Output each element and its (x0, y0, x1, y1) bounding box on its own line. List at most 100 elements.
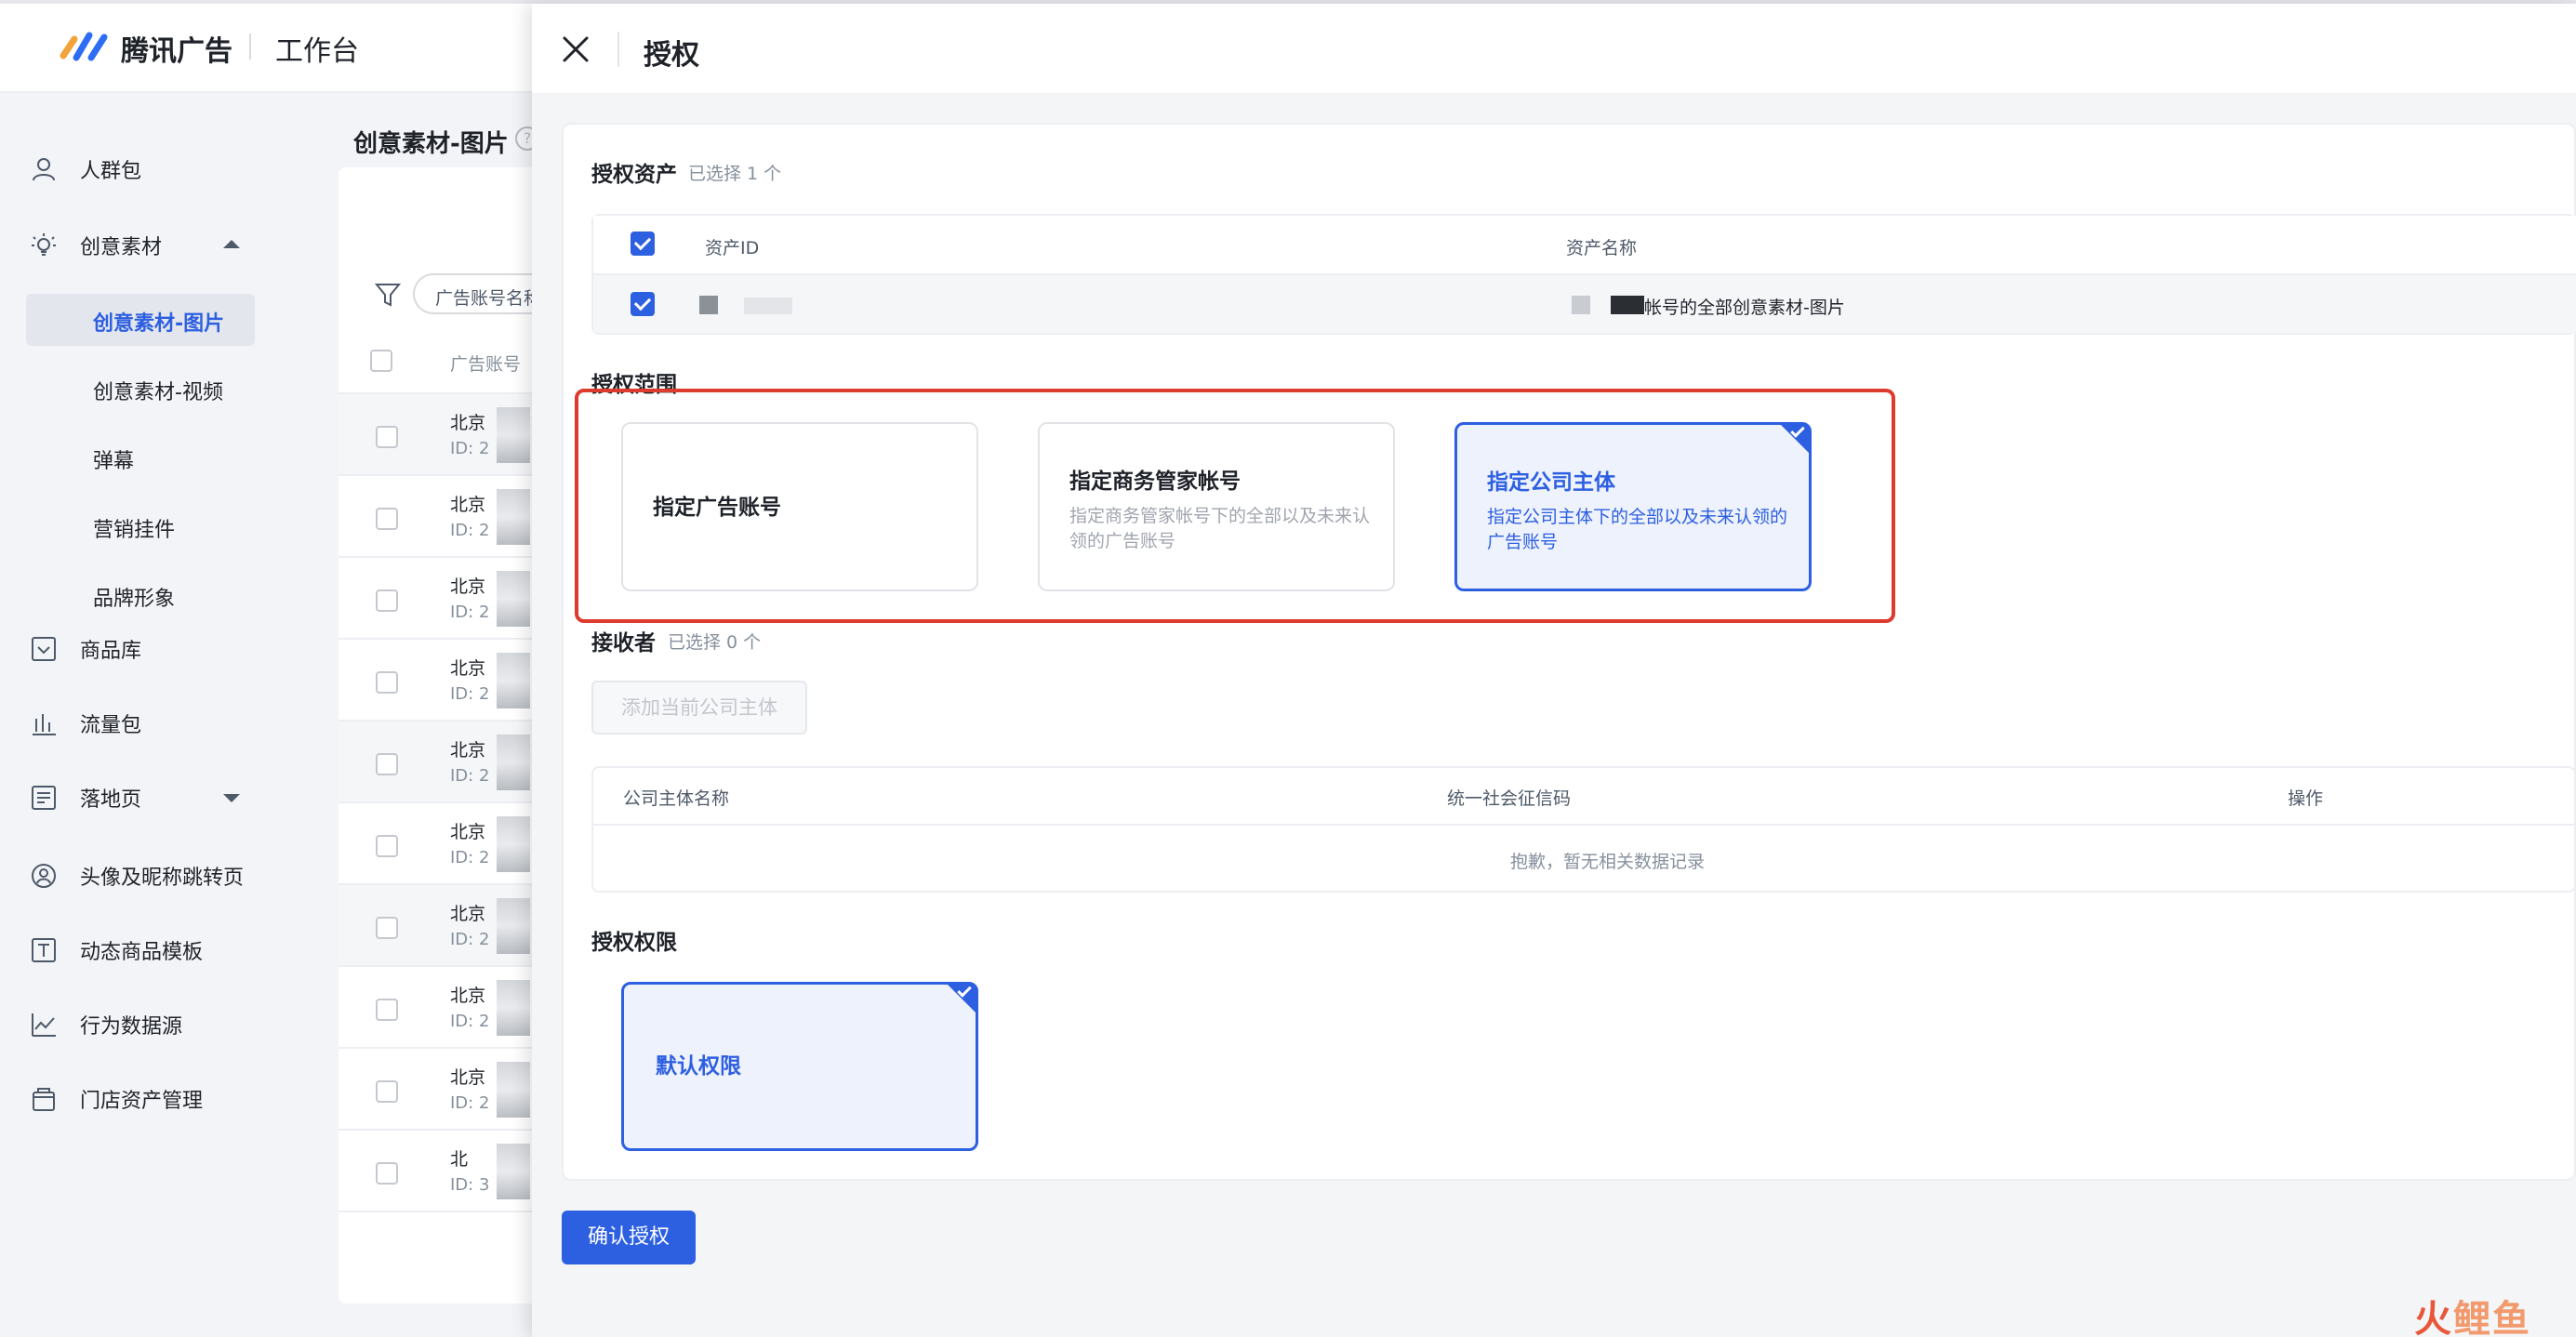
column-header-company-name: 公司主体名称 (623, 788, 730, 809)
sidebar-item-creative[interactable]: 创意素材 (28, 225, 162, 266)
document-icon (28, 782, 60, 814)
row-account-id: ID: 2 (450, 1012, 490, 1031)
chevron-up-icon[interactable] (223, 240, 240, 248)
sidebar-item-dynamic-template[interactable]: 动态商品模板 (28, 930, 203, 971)
sidebar-item-landing-page[interactable]: 落地页 (28, 777, 141, 818)
sidebar-subitem-widget[interactable]: 营销挂件 (93, 513, 175, 543)
scope-option-title: 指定商务管家帐号 (1069, 470, 1241, 494)
sidebar-item-label: 行为数据源 (80, 1015, 183, 1039)
sidebar-item-avatar-nickname[interactable]: 头像及昵称跳转页 (28, 855, 244, 896)
receivers-selected-count: 已选择 0 个 (668, 632, 762, 653)
redacted-area (497, 735, 530, 790)
redacted-area (497, 653, 530, 708)
row-account-id: ID: 3 (450, 1175, 490, 1195)
row-checkbox[interactable] (376, 426, 398, 448)
row-account-name: 北京 (450, 740, 486, 761)
sidebar-item-label: 流量包 (80, 714, 142, 737)
table-row[interactable]: 北京 ID: 2 (339, 885, 562, 967)
redacted-asset-id (699, 296, 718, 314)
sidebar-subitem-brand-image[interactable]: 品牌形象 (93, 582, 175, 612)
workbench-link[interactable]: 工作台 (275, 28, 359, 69)
row-checkbox[interactable] (376, 753, 398, 775)
scope-option-title: 指定广告账号 (653, 496, 781, 520)
redacted-area (497, 407, 530, 463)
table-row[interactable]: 北京 ID: 2 (339, 476, 562, 558)
row-account-name: 北 (450, 1149, 469, 1170)
table-row[interactable]: 北京 ID: 2 (339, 967, 562, 1049)
asset-row-checkbox[interactable] (631, 292, 655, 316)
table-row[interactable]: 北 ID: 3 (339, 1131, 562, 1212)
header-divider (617, 32, 619, 67)
row-checkbox[interactable] (376, 835, 398, 857)
user-icon (28, 153, 60, 185)
row-account-name: 北京 (450, 1067, 486, 1088)
column-header-asset-id: 资产ID (705, 238, 760, 258)
filter-icon[interactable] (374, 281, 402, 309)
permission-option-default[interactable]: 默认权限 (621, 982, 978, 1151)
select-all-checkbox[interactable] (370, 350, 392, 372)
redacted-area (497, 571, 530, 627)
row-checkbox[interactable] (376, 917, 398, 939)
close-icon[interactable] (560, 33, 591, 65)
row-account-name: 北京 (450, 822, 486, 842)
row-checkbox[interactable] (376, 671, 398, 694)
row-account-id: ID: 2 (450, 1093, 490, 1113)
asset-select-all-checkbox[interactable] (631, 232, 655, 256)
redacted-asset-name (1611, 296, 1644, 314)
drawer-header (532, 4, 2576, 93)
row-checkbox[interactable] (376, 1162, 398, 1185)
permissions-section-label: 授权权限 (591, 931, 677, 955)
row-checkbox[interactable] (376, 1080, 398, 1103)
row-checkbox[interactable] (376, 999, 398, 1021)
sidebar-subitem-creative-video[interactable]: 创意素材-视频 (93, 376, 223, 405)
redacted-asset-name (1572, 296, 1590, 314)
permission-option-title: 默认权限 (656, 1054, 741, 1079)
sidebar-item-label: 落地页 (80, 788, 142, 812)
row-account-name: 北京 (450, 904, 486, 924)
row-account-name: 北京 (450, 413, 486, 433)
row-checkbox[interactable] (376, 589, 398, 612)
table-row[interactable]: 北京 ID: 2 (339, 558, 562, 640)
avatar-circle-icon (28, 860, 60, 892)
confirm-authorize-button[interactable]: 确认授权 (562, 1211, 696, 1264)
scope-option-company-entity[interactable]: 指定公司主体 指定公司主体下的全部以及未来认领的广告账号 (1454, 422, 1812, 591)
column-header-actions: 操作 (2288, 788, 2324, 809)
sidebar-item-label: 门店资产管理 (80, 1090, 204, 1113)
table-row[interactable]: 北京 ID: 2 (339, 394, 562, 476)
redacted-area (497, 489, 530, 545)
sidebar-subitem-creative-image[interactable]: 创意素材-图片 (93, 307, 224, 337)
row-account-id: ID: 2 (450, 439, 490, 458)
sidebar-item-label: 创意素材 (80, 236, 163, 259)
sidebar-subitem-danmaku[interactable]: 弹幕 (93, 444, 134, 474)
sidebar-item-label: 动态商品模板 (80, 941, 204, 964)
asset-name-text: 帐号的全部创意素材-图片 (1644, 298, 1845, 318)
column-header-credit-code: 统一社会征信码 (1447, 788, 1572, 809)
sidebar-item-traffic-pack[interactable]: 流量包 (28, 703, 141, 744)
row-account-name: 北京 (450, 986, 486, 1006)
sidebar-item-label: 人群包 (80, 160, 142, 183)
table-row[interactable]: 北京 ID: 2 (339, 1049, 562, 1131)
bar-chart-icon (28, 708, 60, 739)
table-row[interactable]: 北京 ID: 2 (339, 721, 562, 803)
row-checkbox[interactable] (376, 508, 398, 530)
check-box-icon (28, 633, 60, 665)
sidebar-item-label: 商品库 (80, 640, 142, 663)
scope-option-ad-account[interactable]: 指定广告账号 (621, 422, 978, 591)
brand-name[interactable]: 腾讯广告 (121, 28, 232, 69)
redacted-asset-id (744, 298, 792, 314)
row-account-id: ID: 2 (450, 930, 490, 949)
redacted-area (497, 898, 530, 954)
sidebar-item-behavior-data[interactable]: 行为数据源 (28, 1004, 182, 1045)
chevron-down-icon[interactable] (223, 794, 240, 802)
empty-state-text: 抱歉，暂无相关数据记录 (1510, 852, 1706, 872)
scope-option-business-manager[interactable]: 指定商务管家帐号 指定商务管家帐号下的全部以及未来认领的广告账号 (1038, 422, 1395, 591)
table-row[interactable]: 北京 ID: 2 (339, 640, 562, 721)
sidebar-item-product-library[interactable]: 商品库 (28, 629, 141, 669)
scope-option-description: 指定公司主体下的全部以及未来认领的广告账号 (1487, 507, 1788, 552)
scope-option-description: 指定商务管家帐号下的全部以及未来认领的广告账号 (1069, 506, 1371, 551)
sidebar-item-store-assets[interactable]: 门店资产管理 (28, 1079, 203, 1119)
table-row[interactable]: 北京 ID: 2 (339, 803, 562, 885)
sidebar-item-audience[interactable]: 人群包 (28, 149, 141, 190)
redacted-area (497, 1144, 530, 1199)
add-current-company-button[interactable]: 添加当前公司主体 (591, 681, 807, 735)
